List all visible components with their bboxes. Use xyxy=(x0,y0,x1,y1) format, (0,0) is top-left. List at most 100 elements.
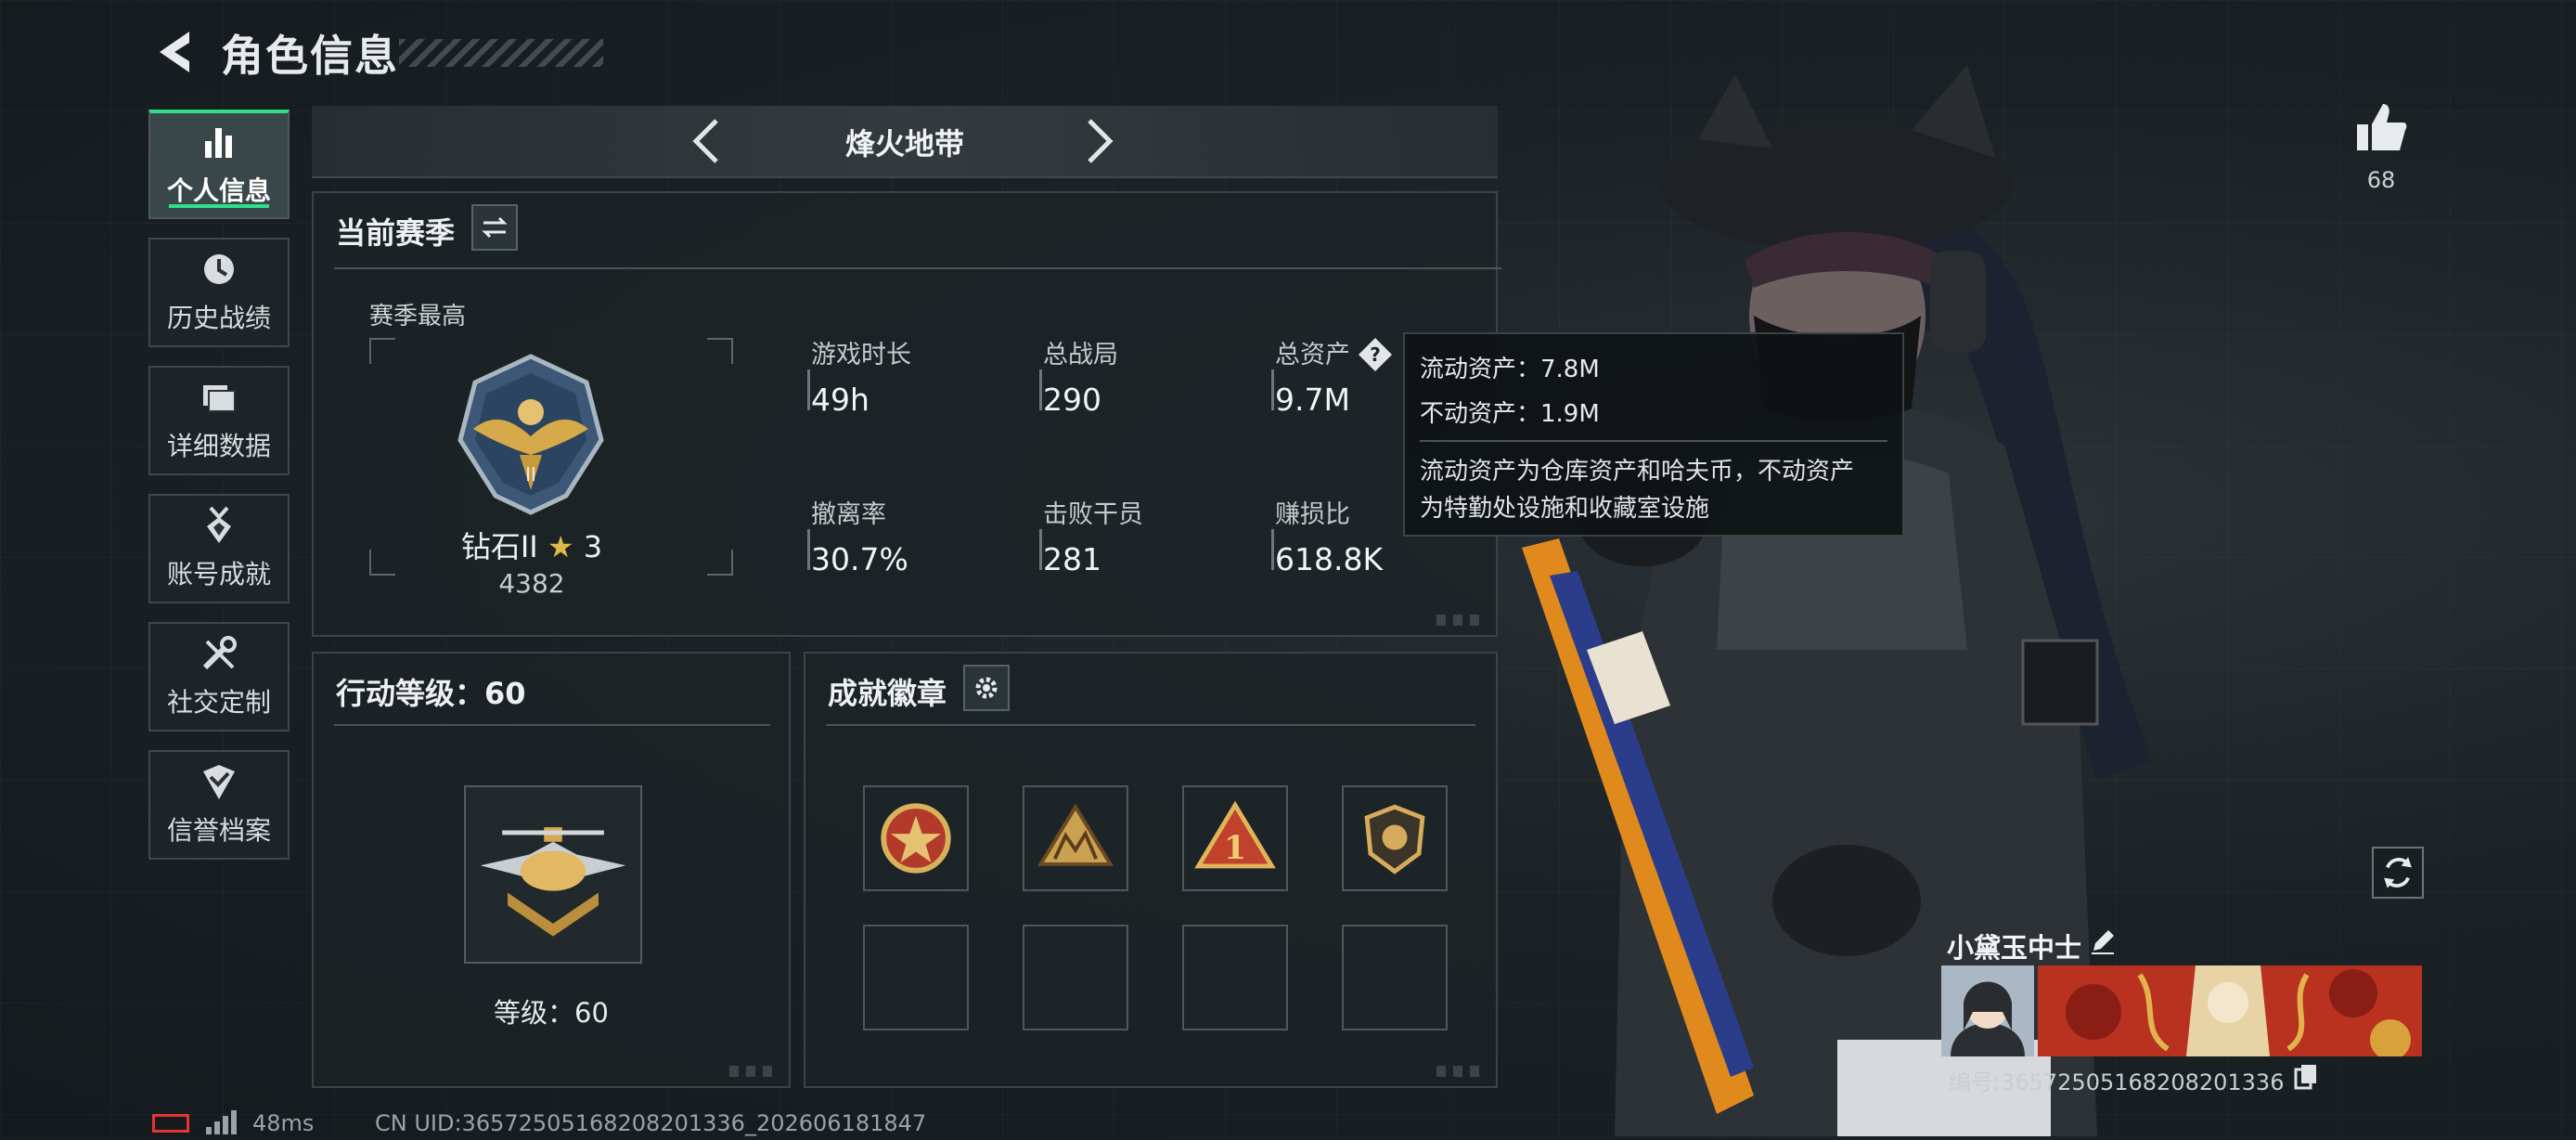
sidebar-item-label: 信誉档案 xyxy=(166,815,271,846)
rotate-model-button[interactable] xyxy=(2372,847,2424,899)
stat-label: 击败干员 xyxy=(1043,500,1143,529)
stat-extraction-rate: 撤离率 30.7% xyxy=(807,494,908,577)
lion-shield-badge-icon xyxy=(1364,804,1425,874)
help-icon[interactable]: ? xyxy=(1357,336,1394,373)
svg-text:?: ? xyxy=(1370,343,1381,366)
divider xyxy=(334,267,1501,269)
stat-profit-loss-ratio: 赚损比 618.8K xyxy=(1271,494,1384,577)
stat-label: 总资产 xyxy=(1275,341,1350,369)
uid-text: CN UID:3657250516820820133​6_20260618184… xyxy=(375,1110,927,1136)
chevron-right-icon[interactable] xyxy=(1076,115,1123,167)
season-best-label: 赛季最高 xyxy=(369,303,467,330)
rank-stars: 3 xyxy=(583,529,603,564)
assets-tooltip: 流动资产：7.8M 不动资产：1.9M 流动资产为仓库资产和哈夫币，不动资产 为… xyxy=(1403,332,1904,537)
stat-label: 总战局 xyxy=(1043,341,1118,369)
like-count: 68 xyxy=(2366,167,2396,193)
level-emblem-icon xyxy=(464,785,642,964)
badge-slot-4[interactable] xyxy=(1342,785,1448,891)
action-level-panel: 行动等级：60 等级：60 xyxy=(312,652,791,1088)
season-title: 当前赛季 xyxy=(336,215,456,251)
triangle-emblem-badge-icon xyxy=(1037,803,1114,866)
badge-slot-6[interactable] xyxy=(1023,925,1128,1030)
stat-label: 撤离率 xyxy=(811,500,886,529)
stat-value: 9.7M xyxy=(1275,382,1350,418)
tooltip-fixed-assets: 不动资产：1.9M xyxy=(1420,400,1600,428)
bar-chart-icon xyxy=(200,123,238,162)
tooltip-desc-line-2: 为特勤处设施和收藏室设施 xyxy=(1420,495,1710,523)
svg-text:1: 1 xyxy=(1224,829,1246,867)
sidebar-item-achievements[interactable]: 账号成就 xyxy=(148,494,290,603)
battery-icon xyxy=(152,1114,189,1133)
sidebar-item-personal-info[interactable]: 个人信息 xyxy=(148,110,290,219)
stat-value: 618.8K xyxy=(1275,541,1384,577)
tooltip-liquid-assets: 流动资产：7.8M xyxy=(1420,356,1600,383)
gear-icon xyxy=(975,677,998,699)
back-arrow-icon[interactable] xyxy=(148,26,204,78)
stat-total-assets: 总资产 9.7M xyxy=(1271,334,1350,418)
sidebar-item-detailed-data[interactable]: 详细数据 xyxy=(148,366,290,475)
rank-emblem-icon: II xyxy=(447,351,614,518)
player-id: 编号:3657250516820820133​6 xyxy=(1949,1069,2285,1095)
stat-value: 281 xyxy=(1043,541,1101,577)
player-name: 小黛玉中士 xyxy=(1947,932,2082,964)
sidebar-item-social[interactable]: 社交定制 xyxy=(148,622,290,732)
badge-settings-button[interactable] xyxy=(963,665,1010,711)
sidebar-item-label: 详细数据 xyxy=(166,431,271,461)
badge-slot-3[interactable]: 1 xyxy=(1182,785,1288,891)
swap-season-button[interactable] xyxy=(471,204,518,251)
mode-selector: 烽火地带 xyxy=(312,106,1498,178)
current-season-panel: 当前赛季 赛季最高 II 钻石II ★ 3 4382 游戏时长 49h 总战局 … xyxy=(312,191,1501,637)
title-decoration xyxy=(399,39,603,67)
name-card-banner[interactable] xyxy=(2038,965,2422,1056)
stat-total-matches: 总战局 290 xyxy=(1039,334,1118,418)
stat-value: 49h xyxy=(811,382,869,418)
achievement-badges-panel: 成就徽章 1 xyxy=(804,652,1498,1088)
badge-slot-2[interactable] xyxy=(1023,785,1128,891)
rank-name: 钻石II ★ 3 xyxy=(406,524,657,566)
copy-icon[interactable] xyxy=(2294,1064,2318,1090)
star-icon: ★ xyxy=(547,529,574,564)
stat-operators-defeated: 击败干员 281 xyxy=(1039,494,1143,577)
svg-text:II: II xyxy=(525,463,536,486)
pencil-icon[interactable] xyxy=(2088,926,2118,956)
stat-play-time: 游戏时长 49h xyxy=(807,334,911,418)
swap-icon xyxy=(482,216,508,239)
level-text: 等级：60 xyxy=(494,997,609,1029)
tools-icon xyxy=(200,634,238,673)
ping-text: 48ms xyxy=(252,1110,315,1136)
divider xyxy=(826,724,1475,726)
sidebar-item-label: 历史战绩 xyxy=(166,303,271,333)
badge-slot-1[interactable] xyxy=(863,785,969,891)
sidebar-item-label: 个人信息 xyxy=(166,175,271,206)
badge-slot-7[interactable] xyxy=(1182,925,1288,1030)
mode-name: 烽火地带 xyxy=(844,126,964,162)
stat-value: 30.7% xyxy=(811,541,908,577)
tooltip-divider xyxy=(1420,440,1887,442)
avatar[interactable] xyxy=(1941,965,2034,1056)
refresh-icon xyxy=(2384,857,2412,888)
badges-title: 成就徽章 xyxy=(828,676,947,711)
rank-score: 4382 xyxy=(498,568,565,599)
tooltip-desc-line-1: 流动资产为仓库资产和哈夫币，不动资产 xyxy=(1420,458,1855,486)
number-one-badge-icon: 1 xyxy=(1194,800,1276,869)
sidebar-item-history[interactable]: 历史战绩 xyxy=(148,238,290,347)
star-medal-badge-icon xyxy=(881,803,951,874)
folder-icon xyxy=(200,378,238,417)
clock-icon xyxy=(200,250,238,289)
corner-decoration xyxy=(729,1066,776,1077)
thumbs-up-icon[interactable] xyxy=(2353,100,2409,156)
divider xyxy=(334,724,770,726)
sidebar-item-label: 账号成就 xyxy=(166,559,271,589)
rank-tier: 钻石II xyxy=(460,529,538,564)
sidebar: 个人信息 历史战绩 详细数据 账号成就 社交定制 信誉档案 xyxy=(148,110,293,878)
sidebar-item-reputation[interactable]: 信誉档案 xyxy=(148,750,290,860)
signal-icon xyxy=(206,1110,238,1134)
stat-value: 290 xyxy=(1043,382,1101,418)
page-title: 角色信息 xyxy=(221,31,399,81)
badge-slot-8[interactable] xyxy=(1342,925,1448,1030)
level-title: 行动等级：60 xyxy=(336,676,526,711)
badge-slot-5[interactable] xyxy=(863,925,969,1030)
medal-icon xyxy=(200,506,238,545)
stat-label: 游戏时长 xyxy=(811,341,911,369)
sidebar-item-label: 社交定制 xyxy=(166,687,271,718)
